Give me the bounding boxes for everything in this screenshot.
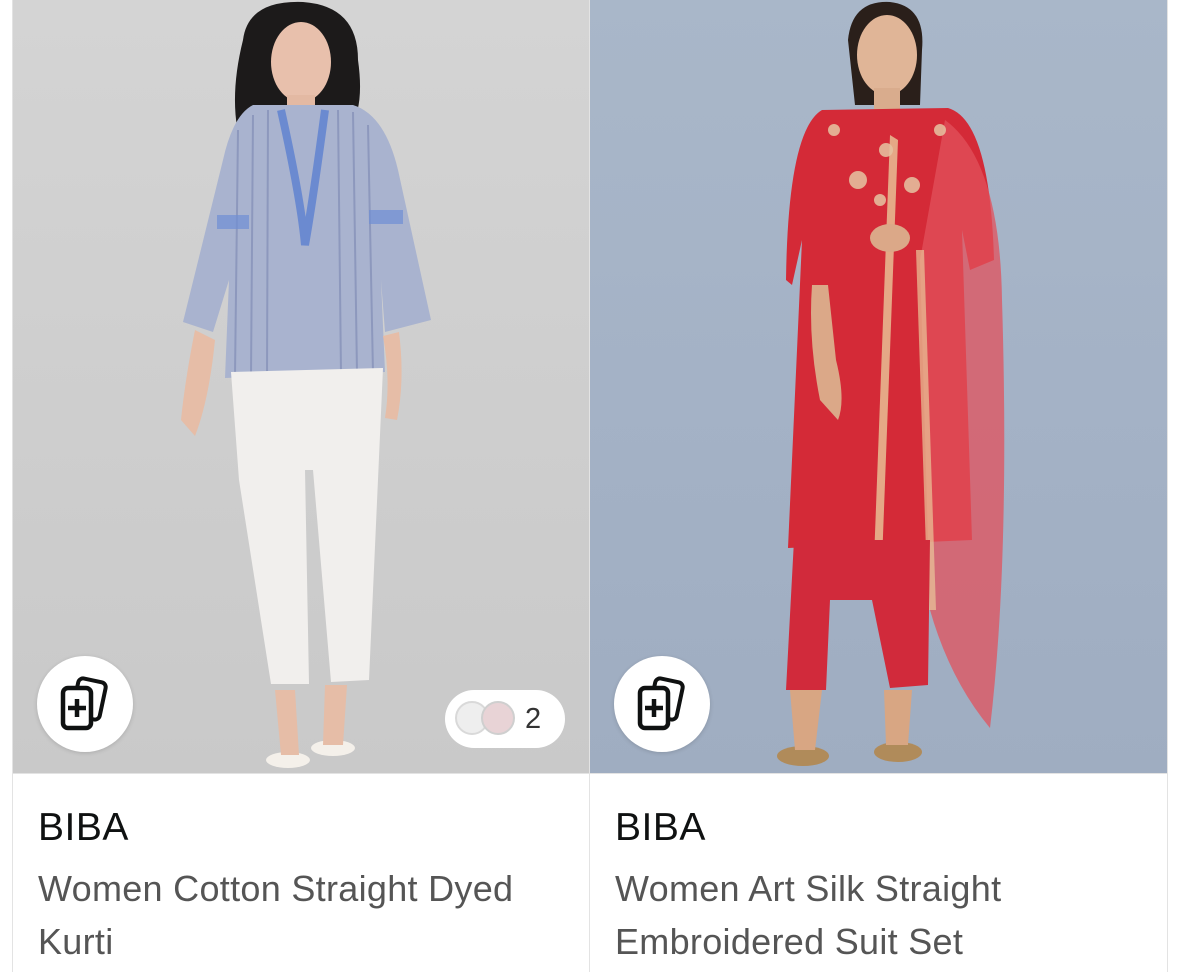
add-to-compare-icon xyxy=(60,676,108,731)
swatch-dots xyxy=(455,699,521,739)
product-grid: 2 BIBA Women Cotton Straight Dyed Kurti xyxy=(0,0,1179,972)
color-swatches[interactable]: 2 xyxy=(445,690,565,748)
add-to-compare-button[interactable] xyxy=(614,656,710,752)
product-image[interactable]: 2 xyxy=(13,0,589,774)
product-photo xyxy=(181,1,431,768)
product-brand[interactable]: BIBA xyxy=(38,806,129,850)
product-title[interactable]: Women Cotton Straight Dyed Kurti xyxy=(38,862,578,968)
product-title[interactable]: Women Art Silk Straight Embroidered Suit… xyxy=(615,862,1155,968)
product-brand[interactable]: BIBA xyxy=(615,806,706,850)
swatch-count: 2 xyxy=(525,702,542,735)
add-to-compare-button[interactable] xyxy=(37,656,133,752)
add-to-compare-icon xyxy=(637,676,685,731)
color-swatch xyxy=(481,701,515,735)
product-card[interactable]: BIBA Women Art Silk Straight Embroidered… xyxy=(590,0,1168,972)
product-photo xyxy=(777,1,1005,766)
product-image[interactable] xyxy=(590,0,1167,774)
product-card[interactable]: 2 BIBA Women Cotton Straight Dyed Kurti xyxy=(12,0,590,972)
